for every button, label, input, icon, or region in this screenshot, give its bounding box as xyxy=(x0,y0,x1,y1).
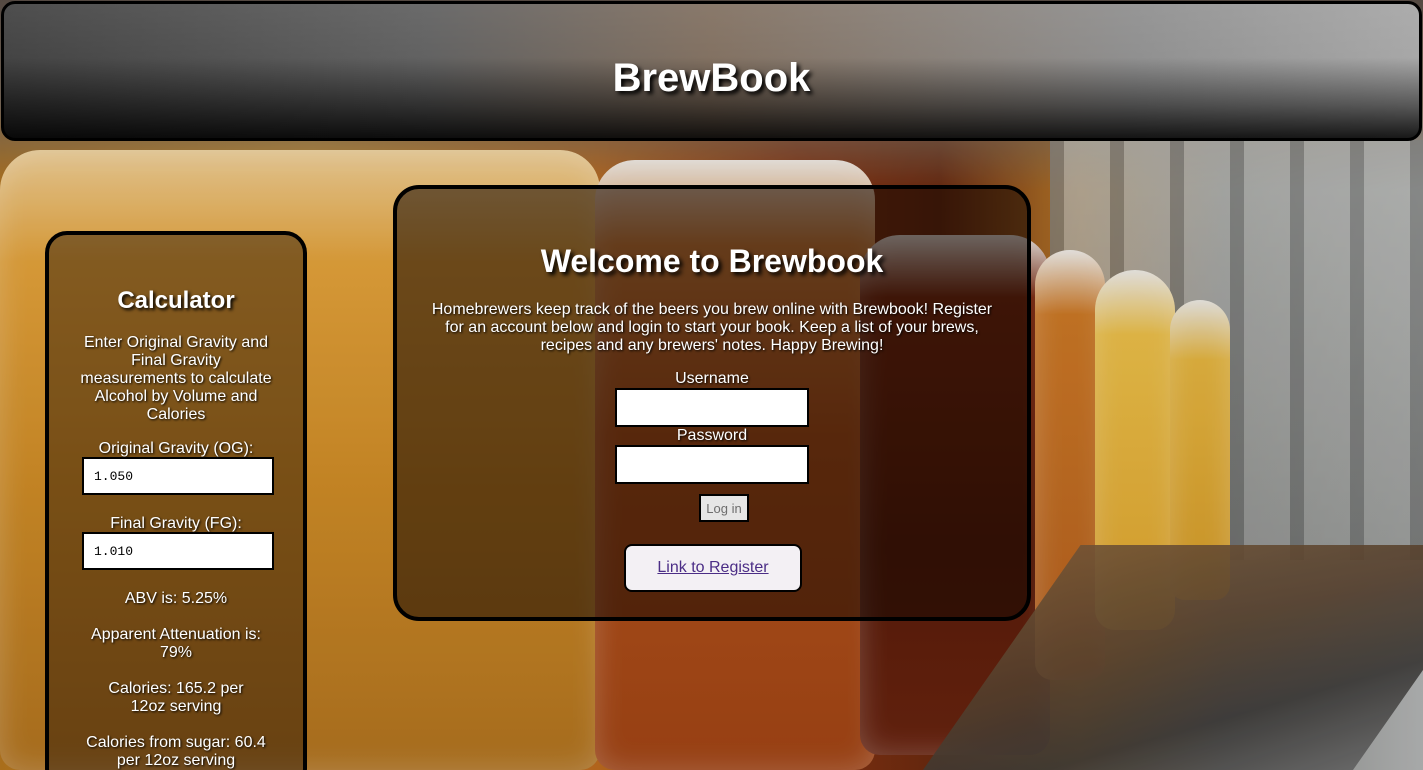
login-button[interactable]: Log in xyxy=(699,494,749,522)
fg-label: Final Gravity (FG): xyxy=(110,515,242,532)
welcome-intro: Homebrewers keep track of the beers you … xyxy=(431,301,993,354)
beer-glass-4 xyxy=(1035,250,1105,680)
abv-result: ABV is: 5.25% xyxy=(124,590,228,607)
beer-glass-6 xyxy=(1170,300,1230,600)
register-link[interactable]: Link to Register xyxy=(657,559,768,577)
site-header: BrewBook xyxy=(1,1,1422,141)
username-label: Username xyxy=(675,370,749,387)
register-link-box: Link to Register xyxy=(624,544,802,592)
password-input[interactable] xyxy=(615,445,809,484)
welcome-panel: Welcome to Brewbook Homebrewers keep tra… xyxy=(393,185,1031,621)
calculator-title: Calculator xyxy=(117,287,235,314)
og-input[interactable] xyxy=(82,457,274,495)
og-label: Original Gravity (OG): xyxy=(98,440,254,457)
site-title: BrewBook xyxy=(612,56,811,100)
calories-sugar-result: Calories from sugar: 60.4 per 12oz servi… xyxy=(86,734,266,769)
attenuation-result: Apparent Attenuation is: 79% xyxy=(91,626,261,661)
calculator-description: Enter Original Gravity and Final Gravity… xyxy=(80,334,272,423)
username-input[interactable] xyxy=(615,388,809,427)
welcome-title: Welcome to Brewbook xyxy=(540,243,884,279)
background-window xyxy=(1050,140,1423,560)
password-label: Password xyxy=(676,427,748,444)
calories-result: Calories: 165.2 per 12oz serving xyxy=(108,680,244,715)
beer-glass-5 xyxy=(1095,270,1175,630)
fg-input[interactable] xyxy=(82,532,274,570)
calculator-panel: Calculator Enter Original Gravity and Fi… xyxy=(45,231,307,770)
